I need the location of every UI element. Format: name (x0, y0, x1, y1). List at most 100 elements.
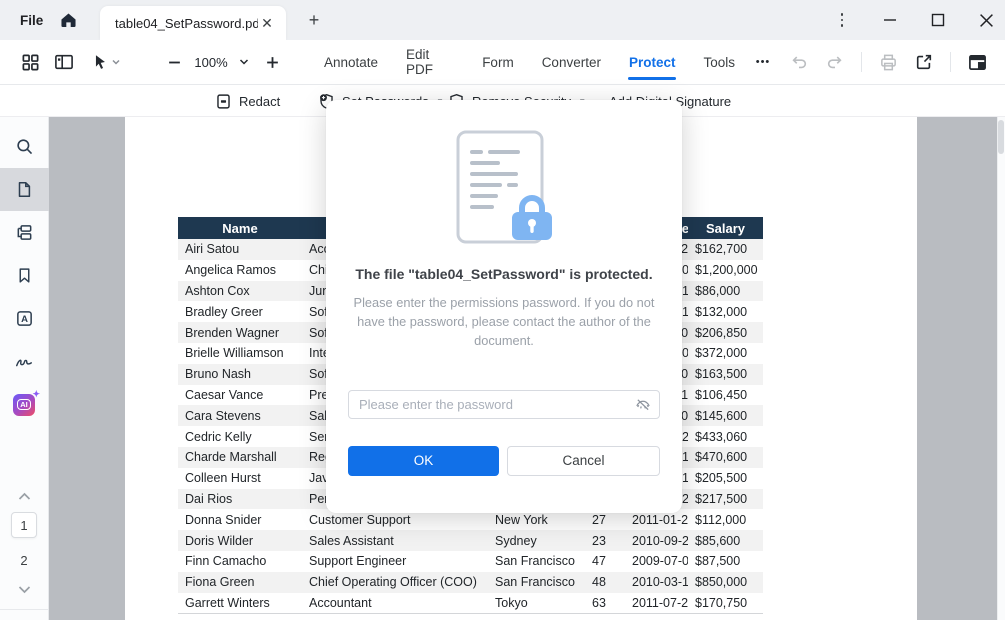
table-cell: Support Engineer (302, 551, 488, 572)
scrollbar-thumb[interactable] (998, 120, 1004, 154)
sidebar-divider (0, 609, 48, 610)
file-menu[interactable]: File (20, 0, 43, 40)
table-cell: Airi Satou (178, 239, 302, 260)
table-cell: $106,450 (688, 385, 763, 406)
table-cell: $433,060 (688, 426, 763, 447)
table-cell: $85,600 (688, 530, 763, 551)
table-row: Finn CamachoSupport EngineerSan Francisc… (178, 551, 763, 572)
search-icon[interactable] (0, 125, 49, 168)
table-cell: $162,700 (688, 239, 763, 260)
bookmark-icon[interactable] (0, 254, 49, 297)
menu-tab-annotate[interactable]: Annotate (310, 40, 392, 84)
zoom-out-icon[interactable] (160, 48, 188, 76)
more-tools-icon[interactable]: ••• (749, 48, 777, 76)
zoom-dropdown-icon[interactable] (234, 48, 254, 76)
table-cell: Sales Assistant (302, 530, 488, 551)
cancel-button[interactable]: Cancel (507, 446, 660, 476)
signature-icon[interactable] (0, 340, 49, 383)
close-button[interactable] (977, 11, 995, 29)
table-cell: San Francisco (488, 572, 585, 593)
new-tab-button[interactable]: + (303, 9, 325, 31)
page-number-2[interactable]: 2 (11, 547, 37, 573)
side-panel-icon[interactable] (50, 48, 78, 76)
table-cell: San Francisco (488, 551, 585, 572)
column-header: Salary (688, 217, 763, 239)
select-tool-icon[interactable] (84, 48, 128, 76)
outline-icon[interactable] (0, 211, 49, 254)
menu-tab-converter[interactable]: Converter (528, 40, 615, 84)
zoom-in-icon[interactable] (258, 48, 286, 76)
menu-tab-form[interactable]: Form (468, 40, 528, 84)
menu-tab-protect[interactable]: Protect (615, 40, 690, 84)
table-cell: 48 (585, 572, 625, 593)
table-cell: Garrett Winters (178, 593, 302, 614)
table-cell: 2009-07-07 (625, 551, 688, 572)
table-cell: Ashton Cox (178, 281, 302, 302)
table-cell: 23 (585, 530, 625, 551)
thumbnail-grid-icon[interactable] (16, 48, 44, 76)
ai-assistant-icon[interactable]: AI ✦ (0, 383, 49, 426)
table-cell: $86,000 (688, 281, 763, 302)
table-row: Fiona GreenChief Operating Officer (COO)… (178, 572, 763, 593)
protected-document-illustration (348, 126, 660, 250)
redact-label: Redact (239, 94, 280, 109)
table-cell: 2010-09-20 (625, 530, 688, 551)
ai-badge: AI ✦ (13, 394, 35, 416)
page-thumbnails-icon[interactable] (0, 168, 49, 211)
table-cell: 63 (585, 593, 625, 614)
redact-button[interactable]: Redact (215, 85, 280, 117)
table-cell: $132,000 (688, 301, 763, 322)
dialog-title: The file "table04_SetPassword" is protec… (348, 266, 660, 282)
table-cell: Accountant (302, 593, 488, 614)
ok-button[interactable]: OK (348, 446, 499, 476)
tab-title: table04_SetPassword.pdf (115, 16, 258, 31)
print-icon[interactable] (874, 48, 902, 76)
main-toolbar: 100% AnnotateEdit PDFFormConverterProtec… (0, 40, 1005, 85)
maximize-button[interactable] (929, 11, 947, 29)
redo-icon[interactable] (821, 48, 849, 76)
table-cell: $850,000 (688, 572, 763, 593)
sparkle-icon: ✦ (32, 389, 40, 400)
more-menu-icon[interactable] (833, 11, 851, 29)
table-row: Doris WilderSales AssistantSydney232010-… (178, 530, 763, 551)
table-cell: $217,500 (688, 489, 763, 510)
dialog-buttons: OK Cancel (348, 446, 660, 476)
password-field-wrap (348, 390, 660, 419)
table-cell: Donna Snider (178, 509, 302, 530)
home-button[interactable] (56, 8, 80, 32)
table-cell: 2010-03-11 (625, 572, 688, 593)
table-cell: Bruno Nash (178, 364, 302, 385)
vertical-scrollbar[interactable] (997, 117, 1005, 620)
table-cell: Brielle Williamson (178, 343, 302, 364)
table-cell: Brenden Wagner (178, 322, 302, 343)
table-row: Garrett WintersAccountantTokyo632011-07-… (178, 593, 763, 614)
next-page-icon[interactable] (18, 582, 31, 596)
page-number-1[interactable]: 1 (11, 512, 37, 538)
zoom-level[interactable]: 100% (192, 55, 230, 70)
toolbar-divider (950, 52, 951, 72)
table-cell: $163,500 (688, 364, 763, 385)
previous-page-icon[interactable] (18, 489, 31, 503)
table-cell: $205,500 (688, 468, 763, 489)
menu-tab-tools[interactable]: Tools (689, 40, 749, 84)
share-export-icon[interactable] (910, 48, 938, 76)
titlebar: File table04_SetPassword.pdf ✕ + (0, 0, 1005, 40)
password-input[interactable] (348, 390, 660, 419)
table-cell: $112,000 (688, 509, 763, 530)
table-cell: $145,600 (688, 405, 763, 426)
annotation-icon[interactable]: A (0, 297, 49, 340)
page-list: 12 (11, 512, 37, 573)
table-cell: $206,850 (688, 322, 763, 343)
table-cell: 47 (585, 551, 625, 572)
undo-icon[interactable] (785, 48, 813, 76)
reading-layout-icon[interactable] (963, 48, 991, 76)
view-controls: 100% (0, 48, 286, 76)
main-menu: AnnotateEdit PDFFormConverterProtectTool… (310, 40, 749, 84)
document-tab[interactable]: table04_SetPassword.pdf ✕ (100, 6, 286, 40)
tab-close-icon[interactable]: ✕ (258, 14, 276, 32)
toggle-password-visibility-icon[interactable] (634, 396, 652, 414)
table-cell: Angelica Ramos (178, 260, 302, 281)
menu-tab-edit-pdf[interactable]: Edit PDF (392, 40, 468, 84)
table-cell: Chief Operating Officer (COO) (302, 572, 488, 593)
minimize-button[interactable] (881, 11, 899, 29)
